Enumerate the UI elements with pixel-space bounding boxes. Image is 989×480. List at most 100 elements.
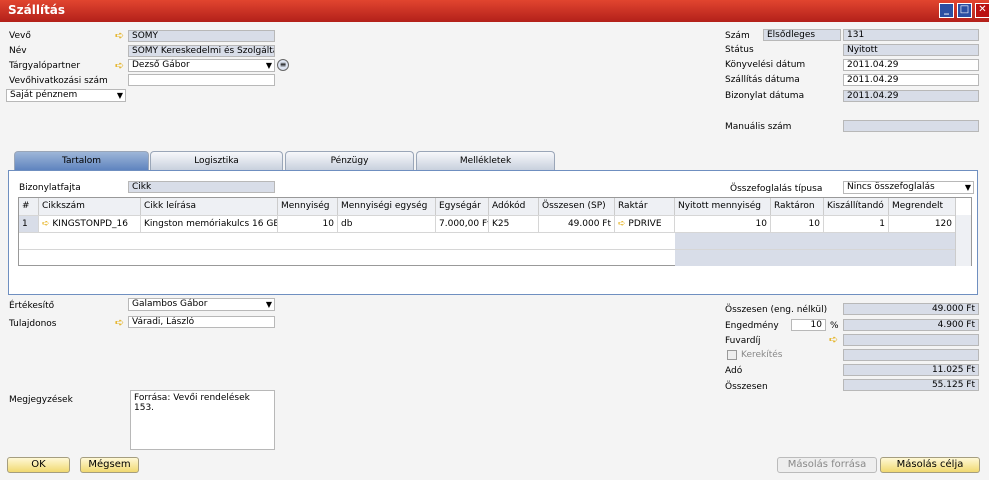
osszesen-label: Összesen: [725, 382, 768, 392]
szam-type-field[interactable]: Elsődleges: [763, 29, 841, 41]
tab-tartalom[interactable]: Tartalom: [14, 151, 149, 170]
col-header[interactable]: Mennyiségi egység: [338, 198, 436, 215]
tab-mellekletek[interactable]: Mellékletek: [416, 151, 555, 170]
close-icon[interactable]: ✕: [975, 3, 989, 18]
total-cell[interactable]: 49.000 Ft: [539, 216, 615, 232]
window-title: Szállítás: [8, 3, 66, 17]
chevron-down-icon: ▼: [265, 300, 272, 309]
tulaj-label: Tulajdonos: [9, 319, 57, 329]
warehouse-cell[interactable]: ➪ PDRIVE: [615, 216, 675, 232]
summary-select[interactable]: Nincs összefoglalás ▼: [843, 181, 974, 194]
tab-logisztika[interactable]: Logisztika: [150, 151, 283, 170]
link-arrow-icon[interactable]: ➪: [115, 317, 129, 328]
price-cell[interactable]: 7.000,00 Ft: [436, 216, 489, 232]
cikkszam-cell[interactable]: ➪ KINGSTONPD_16: [39, 216, 141, 232]
col-header[interactable]: Adókód: [489, 198, 539, 215]
engedmeny-label: Engedmény: [725, 321, 779, 331]
status-label: Státus: [725, 45, 754, 55]
chevron-down-icon: ▼: [964, 183, 971, 192]
tax-cell[interactable]: K25: [489, 216, 539, 232]
ertekesito-select[interactable]: Galambos Gábor ▼: [128, 298, 275, 311]
vevo-field[interactable]: SOMY: [128, 30, 275, 42]
col-header[interactable]: Megrendelt: [889, 198, 956, 215]
kerekites-checkbox[interactable]: [727, 350, 737, 360]
percent-label: %: [830, 321, 839, 331]
link-arrow-icon[interactable]: ➪: [115, 30, 129, 41]
biz-label: Bizonylat dátuma: [725, 91, 805, 101]
col-header[interactable]: Nyitott mennyiség: [675, 198, 771, 215]
fuvar-field: [843, 334, 979, 346]
col-header[interactable]: Raktár: [615, 198, 675, 215]
link-arrow-icon[interactable]: ➪: [829, 334, 843, 345]
desc-cell[interactable]: Kingston memóriakulcs 16 GB: [141, 216, 278, 232]
summary-value: Nincs összefoglalás: [847, 182, 935, 192]
ok-button[interactable]: OK: [7, 457, 70, 473]
nev-label: Név: [9, 46, 27, 56]
manual-field[interactable]: [843, 120, 979, 132]
unit-cell[interactable]: db: [338, 216, 436, 232]
partner-label: Tárgyalópartner: [9, 61, 81, 71]
currency-value: Saját pénznem: [10, 90, 78, 100]
bizfajta-field[interactable]: Cikk: [128, 181, 275, 193]
tab-penzugy[interactable]: Pénzügy: [285, 151, 414, 170]
partner-select[interactable]: Dezső Gábor ▼: [128, 59, 275, 72]
partner-value: Dezső Gábor: [132, 60, 190, 70]
stock-cell[interactable]: 10: [771, 216, 824, 232]
megj-label: Megjegyzések: [9, 395, 73, 405]
col-header[interactable]: Összesen (SP): [539, 198, 615, 215]
megj-textarea[interactable]: Forrása: Vevői rendelések 153.: [130, 390, 275, 450]
scrollbar[interactable]: [955, 215, 971, 266]
ship-cell[interactable]: 1: [824, 216, 889, 232]
ado-field: 11.025 Ft: [843, 364, 979, 376]
copy-from-button[interactable]: Másolás forrása: [777, 457, 877, 473]
col-header[interactable]: Egységár: [436, 198, 489, 215]
chevron-down-icon: ▼: [116, 91, 123, 100]
items-table[interactable]: # Cikkszám Cikk leírása Mennyiség Mennyi…: [18, 197, 972, 266]
ado-label: Adó: [725, 366, 743, 376]
kerekites-field: [843, 349, 979, 361]
table-row[interactable]: [19, 232, 971, 249]
open-qty-cell[interactable]: 10: [675, 216, 771, 232]
manual-label: Manuális szám: [725, 122, 792, 132]
osszesen-eng-label: Összesen (eng. nélkül): [725, 305, 828, 315]
maximize-icon[interactable]: □: [957, 3, 972, 18]
ordered-cell[interactable]: 120: [889, 216, 956, 232]
vevo-label: Vevő: [9, 31, 31, 41]
osszesen-eng-field: 49.000 Ft: [843, 303, 979, 315]
chevron-down-icon: ▼: [265, 61, 272, 70]
col-header[interactable]: Cikk leírása: [141, 198, 278, 215]
minimize-icon[interactable]: _: [939, 3, 954, 18]
qty-cell[interactable]: 10: [278, 216, 338, 232]
list-icon[interactable]: ≡: [277, 59, 289, 71]
engedmeny-field: 4.900 Ft: [843, 319, 979, 331]
row-number: 1: [19, 216, 39, 232]
szall-field[interactable]: 2011.04.29: [843, 74, 979, 86]
col-header[interactable]: Mennyiség: [278, 198, 338, 215]
fuvar-label: Fuvardíj: [725, 336, 761, 346]
status-field: Nyitott: [843, 44, 979, 56]
copy-to-button[interactable]: Másolás célja: [880, 457, 980, 473]
nev-field[interactable]: SOMY Kereskedelmi és Szolgáltat: [128, 45, 275, 57]
table-row[interactable]: [19, 249, 971, 266]
col-header[interactable]: Kiszállítandó: [824, 198, 889, 215]
summary-label: Összefoglalás típusa: [730, 184, 823, 194]
link-arrow-icon[interactable]: ➪: [115, 60, 129, 71]
window-title-bar: Szállítás _ □ ✕: [0, 0, 989, 22]
biz-field[interactable]: 2011.04.29: [843, 90, 979, 102]
col-header[interactable]: #: [19, 198, 39, 215]
szam-field[interactable]: 131: [843, 29, 979, 41]
ertekesito-label: Értékesítő: [9, 301, 55, 311]
col-header[interactable]: Cikkszám: [39, 198, 141, 215]
szall-label: Szállítás dátuma: [725, 75, 800, 85]
table-row[interactable]: 1 ➪ KINGSTONPD_16 Kingston memóriakulcs …: [19, 215, 971, 232]
cancel-button[interactable]: Mégsem: [80, 457, 139, 473]
ertekesito-value: Galambos Gábor: [132, 299, 208, 309]
kerekites-label: Kerekítés: [741, 350, 783, 360]
ref-field[interactable]: [128, 74, 275, 86]
currency-select[interactable]: Saját pénznem ▼: [6, 89, 126, 102]
tulaj-field[interactable]: Váradi, László: [128, 316, 275, 328]
konyv-label: Könyvelési dátum: [725, 60, 806, 70]
konyv-field[interactable]: 2011.04.29: [843, 59, 979, 71]
engedmeny-pct-field[interactable]: 10: [791, 319, 826, 331]
col-header[interactable]: Raktáron: [771, 198, 824, 215]
